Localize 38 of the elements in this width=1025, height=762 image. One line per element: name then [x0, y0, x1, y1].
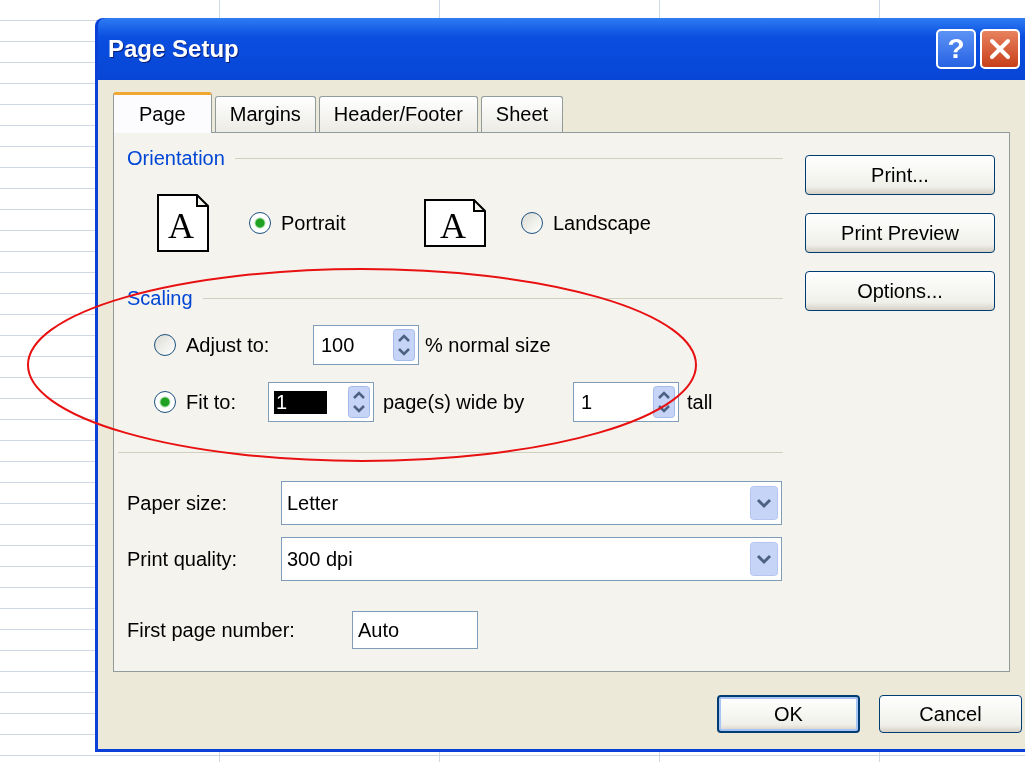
field-label: Paper size:	[127, 491, 229, 515]
group-heading: Orientation	[127, 146, 225, 170]
input-field[interactable]: Auto	[352, 611, 478, 649]
radio-button[interactable]	[521, 212, 543, 234]
field-suffix: tall	[687, 390, 713, 414]
tab[interactable]: Sheet	[480, 96, 564, 132]
dropdown[interactable]: 300 dpi	[281, 537, 782, 581]
spinner-arrows-icon[interactable]	[653, 386, 675, 418]
field-label: First page number:	[127, 618, 296, 642]
radio-button[interactable]	[154, 391, 176, 413]
radio-label[interactable]: Landscape	[553, 211, 651, 235]
field-suffix: page(s) wide by	[383, 390, 526, 414]
spin-field[interactable]: 100	[313, 325, 419, 365]
help-button[interactable]: ?	[936, 29, 976, 69]
field-suffix: % normal size	[425, 333, 551, 357]
dialog-button[interactable]: Cancel	[879, 695, 1022, 733]
side-button[interactable]: Print Preview	[805, 213, 995, 253]
spin-field[interactable]: 1	[268, 382, 374, 422]
tab[interactable]: Page	[113, 92, 212, 133]
spinner-arrows-icon[interactable]	[393, 329, 415, 361]
window-title: Page Setup	[108, 35, 239, 63]
spin-field[interactable]: 1	[573, 382, 679, 422]
tab[interactable]: Margins	[214, 96, 316, 132]
close-icon	[988, 37, 1012, 61]
group-heading: Scaling	[127, 286, 193, 310]
dialog-button[interactable]: OK	[717, 695, 860, 733]
radio-button[interactable]	[154, 334, 176, 356]
dropdown[interactable]: Letter	[281, 481, 782, 525]
close-button[interactable]	[980, 29, 1020, 69]
side-button[interactable]: Options...	[805, 271, 995, 311]
radio-label[interactable]: Adjust to:	[186, 333, 313, 357]
tab[interactable]: Header/Footer	[318, 96, 478, 132]
field-label: Print quality:	[127, 547, 239, 571]
side-button[interactable]: Print...	[805, 155, 995, 195]
radio-label[interactable]: Portrait	[281, 211, 346, 235]
spinner-arrows-icon[interactable]	[348, 386, 370, 418]
radio-button[interactable]	[249, 212, 271, 234]
radio-label[interactable]: Fit to:	[186, 390, 268, 414]
